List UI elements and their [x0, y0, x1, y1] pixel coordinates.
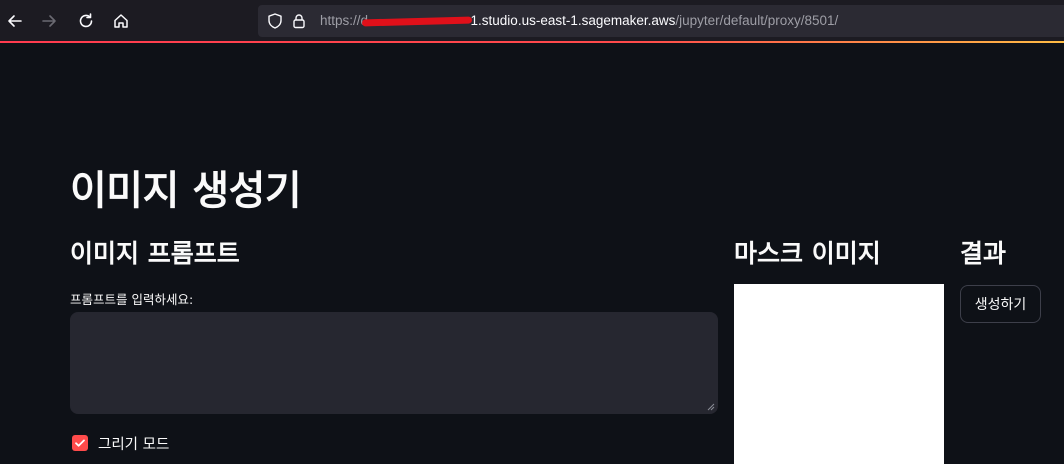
home-icon [114, 14, 128, 28]
reload-button[interactable] [71, 6, 101, 36]
prompt-textarea[interactable] [70, 312, 718, 414]
url-host: 1.studio.us-east-1.sagemaker.aws [470, 13, 676, 28]
shield-icon[interactable] [266, 12, 284, 30]
draw-mode-checkbox[interactable]: 그리기 모드 [72, 434, 170, 453]
home-button[interactable] [106, 6, 136, 36]
checkbox-checked-icon[interactable] [72, 435, 88, 451]
lock-icon[interactable] [290, 12, 308, 30]
url-path: /jupyter/default/proxy/8501/ [675, 13, 839, 28]
address-bar[interactable]: https://d- 1.studio.us-east-1.sagemaker.a… [258, 5, 1064, 37]
mask-section-heading: 마스크 이미지 [734, 239, 881, 268]
back-button[interactable] [0, 6, 30, 36]
generate-button[interactable]: 생성하기 [960, 285, 1041, 323]
resize-grip-icon[interactable] [705, 401, 715, 411]
result-section-heading: 결과 [960, 239, 1007, 268]
prompt-input-label: 프롬프트를 입력하세요: [70, 292, 194, 307]
mask-drawing-canvas[interactable] [734, 284, 944, 464]
back-icon [8, 15, 22, 27]
forward-button[interactable] [34, 6, 64, 36]
reload-icon [79, 13, 93, 28]
prompt-section-heading: 이미지 프롬프트 [70, 239, 240, 268]
page-title: 이미지 생성기 [70, 168, 302, 214]
browser-toolbar: https://d- 1.studio.us-east-1.sagemaker.a… [0, 0, 1064, 42]
app-header-accent-line [0, 41, 1064, 43]
forward-icon [42, 15, 56, 27]
draw-mode-label: 그리기 모드 [98, 436, 170, 453]
